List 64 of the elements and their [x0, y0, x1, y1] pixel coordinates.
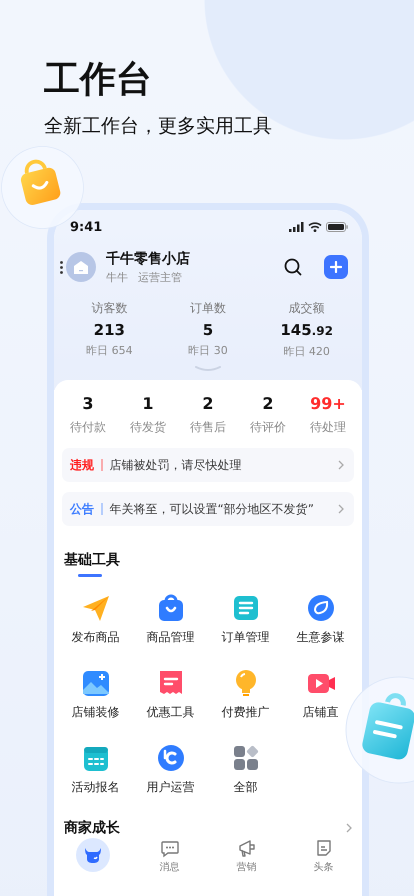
chevron-right-icon — [338, 504, 344, 514]
wifi-icon — [308, 222, 322, 232]
tab-item[interactable]: 营销 — [236, 838, 256, 874]
tool-item[interactable]: 商品管理 — [146, 593, 194, 646]
tool-item[interactable]: 付费推广 — [222, 668, 270, 721]
stat-value: 213 — [92, 320, 126, 341]
stat-label: 访客数 — [90, 300, 128, 316]
order-count[interactable]: 99+ — [298, 392, 358, 416]
tab-item[interactable] — [76, 838, 110, 872]
order-count[interactable]: 2 — [178, 392, 238, 416]
tab-item[interactable]: 头条 — [314, 838, 334, 874]
order-count[interactable]: 1 — [118, 392, 178, 416]
battery-icon — [326, 222, 348, 232]
stat-value: 5 — [202, 320, 214, 341]
paper-plane-icon — [80, 593, 110, 623]
order-status[interactable]: 待处理 — [298, 418, 358, 436]
notice-tag: 公告 — [70, 500, 94, 518]
plus-icon — [330, 261, 342, 273]
megaphone-icon — [236, 838, 256, 858]
tool-item[interactable]: 发布商品 — [72, 593, 120, 646]
signal-icon — [289, 222, 304, 232]
tool-item[interactable]: 订单管理 — [222, 593, 270, 646]
section-title: 商家成长 — [64, 819, 120, 837]
section-title: 基础工具 — [63, 551, 121, 570]
stat-value: 145.92 — [279, 320, 334, 341]
tool-item[interactable]: 活动报名 — [72, 743, 120, 796]
image-icon — [80, 668, 110, 698]
store-name: 千牛零售小店 — [106, 250, 191, 268]
user-role: 运营主管 — [138, 270, 182, 284]
order-status[interactable]: 待评价 — [238, 418, 298, 436]
notice-tag: 违规 — [70, 456, 94, 474]
stat-previous: 昨日 654 — [85, 343, 134, 359]
status-time: 9:41 — [70, 220, 104, 234]
tool-item[interactable]: 用户运营 — [146, 743, 194, 796]
order-status[interactable]: 待发货 — [118, 418, 178, 436]
notice-bar[interactable]: 公告 年关将至，可以设置“部分地区不发货” — [62, 492, 354, 526]
order-status[interactable]: 待付款 — [58, 418, 118, 436]
tool-item[interactable]: 全部 — [230, 743, 260, 796]
circle-logo-icon — [156, 743, 186, 773]
promo-subtitle: 全新工作台，更多实用工具 — [44, 114, 273, 138]
add-button[interactable] — [324, 255, 348, 279]
tool-item[interactable]: 店铺装修 — [72, 668, 120, 721]
tool-item[interactable]: 店铺直 — [302, 668, 338, 721]
chevron-right-icon[interactable] — [346, 823, 352, 833]
tab-item[interactable]: 消息 — [160, 838, 180, 874]
tool-item[interactable]: 生意参谋 — [296, 593, 344, 646]
stat-previous: 昨日 420 — [282, 344, 331, 360]
tool-item[interactable]: 优惠工具 — [146, 668, 194, 721]
notice-bar[interactable]: 违规 店铺被处罚，请尽快处理 — [62, 448, 354, 482]
stat-label: 订单数 — [188, 300, 227, 316]
house-icon — [73, 260, 89, 274]
order-count[interactable]: 2 — [238, 392, 298, 416]
stat-previous: 昨日 30 — [187, 343, 229, 359]
chevron-right-icon — [338, 460, 344, 470]
promo-title: 工作台 — [44, 60, 153, 100]
user-name: 牛牛 — [106, 270, 128, 284]
order-status[interactable]: 待售后 — [178, 418, 238, 436]
notice-text: 店铺被处罚，请尽快处理 — [110, 456, 242, 474]
order-count[interactable]: 3 — [58, 392, 118, 416]
stat-label: 成交额 — [288, 300, 326, 316]
more-icon[interactable] — [60, 260, 63, 274]
search-icon[interactable] — [284, 258, 302, 276]
compass-icon — [306, 593, 336, 623]
notice-text: 年关将至，可以设置“部分地区不发货” — [110, 500, 315, 518]
